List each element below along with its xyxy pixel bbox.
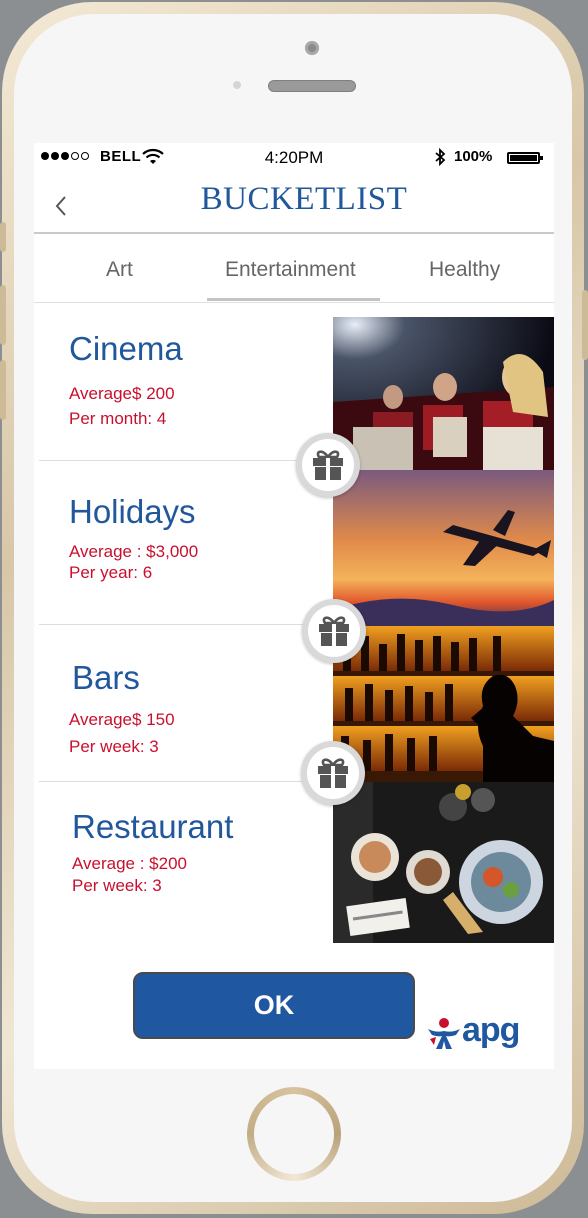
tab-healthy[interactable]: Healthy xyxy=(429,258,500,282)
active-tab-indicator xyxy=(207,298,380,301)
tab-entertainment[interactable]: Entertainment xyxy=(225,258,356,282)
nav-header: BUCKETLIST xyxy=(34,173,554,234)
page-title: BUCKETLIST xyxy=(200,181,408,217)
gift-button-cinema[interactable] xyxy=(296,433,360,497)
list-divider xyxy=(39,460,334,461)
cinema-audience-image[interactable] xyxy=(333,317,554,470)
item-average-cinema: Average$ 200 xyxy=(69,384,175,403)
battery-icon xyxy=(507,152,543,164)
item-average-restaurant: Average : $200 xyxy=(72,854,187,873)
item-average-holidays: Average : $3,000 xyxy=(69,542,199,561)
power-button xyxy=(582,290,588,360)
list-divider xyxy=(39,624,334,625)
apg-logo-mark xyxy=(428,1018,460,1049)
item-title-bars[interactable]: Bars xyxy=(72,659,140,697)
bluetooth-icon xyxy=(435,148,446,166)
item-average-bars: Average$ 150 xyxy=(69,710,175,729)
gift-icon xyxy=(318,758,348,788)
earpiece-speaker xyxy=(268,80,356,92)
ok-button[interactable]: OK xyxy=(133,972,415,1039)
gift-icon xyxy=(313,450,343,480)
mute-switch xyxy=(0,222,6,252)
gift-button-holidays[interactable] xyxy=(302,599,366,663)
volume-up-button xyxy=(0,285,6,345)
gift-button-bars[interactable] xyxy=(301,741,365,805)
item-title-holidays[interactable]: Holidays xyxy=(69,493,196,531)
category-tabs: Art Entertainment Healthy xyxy=(34,234,554,303)
gift-icon xyxy=(319,616,349,646)
item-frequency-cinema: Per month: 4 xyxy=(69,409,167,428)
status-bar: BELL 4:20PM 100% xyxy=(34,143,554,173)
battery-percent: 100% xyxy=(454,148,493,165)
bar-silhouette-image[interactable] xyxy=(333,626,554,782)
item-frequency-restaurant: Per week: 3 xyxy=(72,876,162,895)
apg-logo-text: apg xyxy=(462,1011,520,1049)
front-camera xyxy=(305,41,319,55)
item-frequency-bars: Per week: 3 xyxy=(69,737,159,756)
apg-logo: apg xyxy=(426,1011,536,1057)
home-button[interactable] xyxy=(247,1087,341,1181)
tab-art[interactable]: Art xyxy=(106,258,133,282)
restaurant-table-image[interactable] xyxy=(333,782,554,943)
list-divider xyxy=(39,781,334,782)
item-title-cinema[interactable]: Cinema xyxy=(69,330,183,368)
volume-down-button xyxy=(0,360,6,420)
proximity-sensor xyxy=(233,81,241,89)
item-title-restaurant[interactable]: Restaurant xyxy=(72,808,233,846)
app-screen: BELL 4:20PM 100% BUCKETLIST Art Entertai… xyxy=(34,143,554,1069)
item-frequency-holidays: Per year: 6 xyxy=(69,563,153,582)
airplane-sunset-image[interactable] xyxy=(333,470,554,626)
